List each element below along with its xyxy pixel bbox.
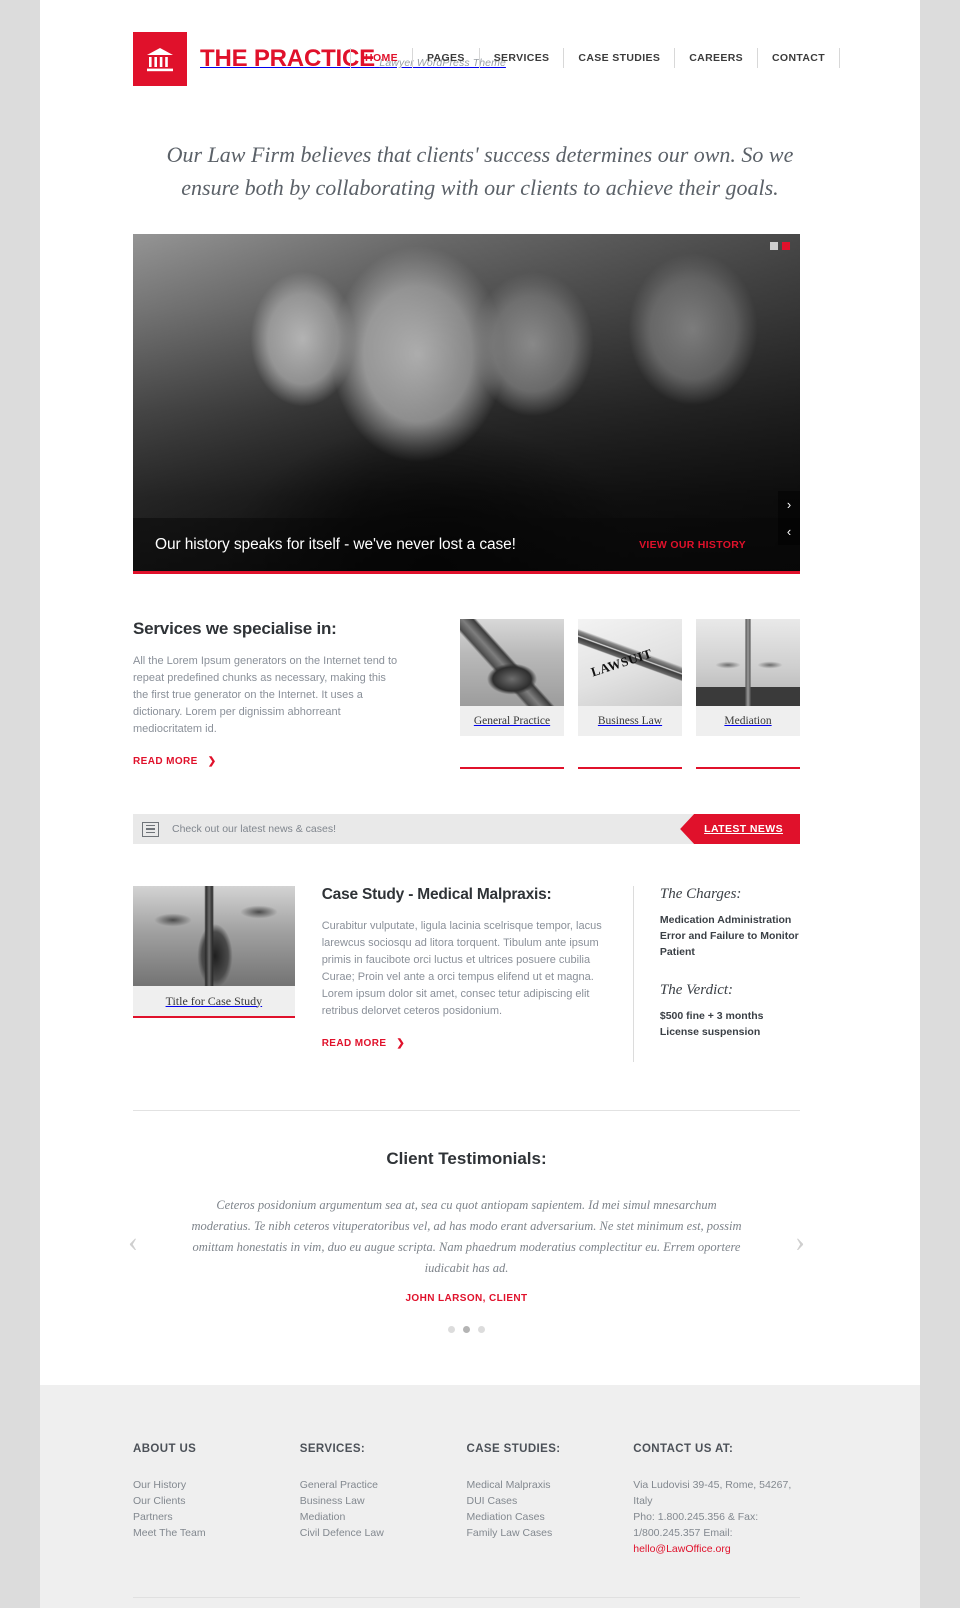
nav-item-case-studies[interactable]: CASE STUDIES — [564, 48, 676, 68]
charges-text: Medication Administration Error and Fail… — [659, 914, 799, 958]
chevron-left-icon[interactable]: ‹ — [128, 1227, 138, 1257]
slider-pager-dot[interactable] — [770, 242, 778, 250]
case-study-text: Curabitur vulputate, ligula lacinia scel… — [321, 920, 602, 1017]
main-navigation[interactable]: HOME PAGES SERVICES CASE STUDIES CAREERS… — [350, 48, 840, 68]
service-card-mediation[interactable]: Mediation — [696, 619, 800, 769]
service-card-label: Mediation — [696, 706, 800, 736]
bank-columns-icon — [133, 32, 187, 86]
news-list-icon — [142, 821, 159, 837]
case-study-body: Case Study - Medical Malpraxis: Curabitu… — [322, 886, 606, 1062]
hero-tagline: Our Law Firm believes that clients' succ… — [166, 142, 794, 200]
testimonials-section: Client Testimonials: ‹ › Ceteros posidon… — [128, 1149, 805, 1373]
chevron-right-icon[interactable]: › — [795, 1227, 805, 1257]
testimonial-pager[interactable] — [133, 1326, 800, 1333]
slider-caption-bar: Our history speaks for itself - we've ne… — [133, 518, 800, 571]
case-study-section: Title for Case Study Case Study - Medica… — [133, 886, 800, 1062]
nav-item-careers[interactable]: CAREERS — [675, 48, 758, 68]
footer-columns: ABOUT US Our History Our Clients Partner… — [133, 1443, 800, 1557]
footer-divider — [133, 1597, 800, 1598]
testimonial-pager-dot[interactable] — [448, 1326, 455, 1333]
slider-caption-text: Our history speaks for itself - we've ne… — [155, 535, 516, 553]
case-study-read-more-link[interactable]: READ MORE ❯ — [322, 1038, 406, 1049]
footer-column-about: ABOUT US Our History Our Clients Partner… — [133, 1443, 300, 1557]
page-root: THE PRACTICE Lawyer WordPress Theme HOME… — [0, 0, 960, 1608]
footer-heading-case-studies: CASE STUDIES: — [466, 1443, 561, 1455]
footer-link-meet-team[interactable]: Meet The Team — [133, 1525, 300, 1541]
testimonial-pager-dot[interactable] — [478, 1326, 485, 1333]
service-card-label: General Practice — [460, 706, 564, 736]
hero-slider[interactable]: Our history speaks for itself - we've ne… — [133, 234, 800, 574]
service-card-label: Business Law — [578, 706, 682, 736]
services-section: Services we specialise in: All the Lorem… — [133, 619, 800, 769]
footer-link-our-history[interactable]: Our History — [133, 1477, 300, 1493]
footer-column-services: SERVICES: General Practice Business Law … — [300, 1443, 467, 1557]
footer-heading-about: ABOUT US — [133, 1443, 197, 1455]
footer-contact-phone: Pho: 1.800.245.356 & Fax: — [633, 1511, 759, 1523]
slider-pager-dot-active[interactable] — [782, 242, 790, 250]
footer-contact-email[interactable]: hello@LawOffice.org — [633, 1541, 800, 1557]
footer-column-case-studies: CASE STUDIES: Medical Malpraxis DUI Case… — [467, 1443, 634, 1557]
nav-item-services[interactable]: SERVICES — [480, 48, 565, 68]
slider-cta-link[interactable]: VIEW OUR HISTORY — [639, 539, 746, 551]
case-study-title: Case Study - Medical Malpraxis: — [321, 886, 552, 903]
footer-heading-contact: CONTACT US AT: — [633, 1443, 734, 1455]
scales-of-justice-photo — [696, 619, 800, 706]
verdict-text: $500 fine + 3 months License suspension — [659, 1010, 764, 1038]
latest-news-text: Check out our latest news & cases! — [172, 823, 336, 835]
charges-heading: The Charges: — [659, 886, 742, 902]
footer-link-our-clients[interactable]: Our Clients — [133, 1493, 300, 1509]
service-card-list: General Practice Business Law Mediation — [460, 619, 800, 769]
footer-link-mediation-cases[interactable]: Mediation Cases — [467, 1509, 634, 1525]
site-footer: ABOUT US Our History Our Clients Partner… — [40, 1385, 920, 1608]
testimonial-pager-dot-active[interactable] — [463, 1326, 470, 1333]
section-divider — [133, 1110, 800, 1111]
footer-link-mediation[interactable]: Mediation — [300, 1509, 467, 1525]
nav-item-home[interactable]: HOME — [350, 48, 413, 68]
brand-title: THE PRACTICE — [200, 45, 375, 73]
testimonial-author: JOHN LARSON, CLIENT — [405, 1293, 528, 1304]
services-read-more-label: READ MORE — [133, 756, 198, 767]
nav-item-pages[interactable]: PAGES — [413, 48, 480, 68]
case-study-facts: The Charges: Medication Administration E… — [632, 886, 800, 1062]
arrow-right-icon: ❯ — [396, 1038, 406, 1049]
verdict-heading: The Verdict: — [659, 982, 734, 998]
footer-heading-services: SERVICES: — [299, 1443, 366, 1455]
latest-news-tag-button[interactable]: LATEST NEWS — [680, 814, 800, 844]
services-title: Services we specialise in: — [133, 619, 337, 638]
lady-justice-statue-photo — [133, 886, 295, 986]
footer-contact-address: Via Ludovisi 39-45, Rome, 54267, Italy — [633, 1479, 792, 1507]
footer-link-business-law[interactable]: Business Law — [300, 1493, 467, 1509]
testimonial-quote: Ceteros posidonium argumentum sea at, se… — [191, 1198, 742, 1275]
lawsuit-document-photo — [578, 619, 682, 706]
arrow-right-icon: ❯ — [207, 756, 217, 767]
case-study-thumb-caption: Title for Case Study — [133, 986, 295, 1018]
testimonials-title: Client Testimonials: — [386, 1149, 547, 1168]
case-study-read-more-label: READ MORE — [321, 1038, 387, 1049]
footer-link-dui-cases[interactable]: DUI Cases — [467, 1493, 634, 1509]
gavel-photo — [460, 619, 564, 706]
site-header: THE PRACTICE Lawyer WordPress Theme HOME… — [40, 0, 920, 118]
chevron-left-icon[interactable]: ‹ — [778, 518, 800, 545]
service-card-business-law[interactable]: Business Law — [578, 619, 682, 769]
service-card-general-practice[interactable]: General Practice — [460, 619, 564, 769]
nav-item-contact[interactable]: CONTACT — [758, 48, 840, 68]
footer-link-medical-malpraxis[interactable]: Medical Malpraxis — [467, 1477, 634, 1493]
slider-pager[interactable] — [770, 242, 790, 250]
page-sheet: THE PRACTICE Lawyer WordPress Theme HOME… — [40, 0, 920, 1608]
footer-contact-fax: 1/800.245.357 Email: — [633, 1527, 733, 1539]
latest-news-bar: Check out our latest news & cases! LATES… — [133, 814, 800, 844]
services-intro: Services we specialise in: All the Lorem… — [133, 619, 433, 769]
chevron-right-icon[interactable]: › — [778, 491, 800, 518]
services-body: All the Lorem Ipsum generators on the In… — [133, 655, 398, 735]
footer-link-family-law-cases[interactable]: Family Law Cases — [467, 1525, 634, 1541]
footer-link-partners[interactable]: Partners — [133, 1509, 300, 1525]
footer-link-general-practice[interactable]: General Practice — [300, 1477, 467, 1493]
footer-column-contact: CONTACT US AT: Via Ludovisi 39-45, Rome,… — [633, 1443, 800, 1557]
services-read-more-link[interactable]: READ MORE ❯ — [133, 756, 217, 767]
case-study-thumbnail[interactable]: Title for Case Study — [133, 886, 295, 1062]
footer-link-civil-defence[interactable]: Civil Defence Law — [300, 1525, 467, 1541]
